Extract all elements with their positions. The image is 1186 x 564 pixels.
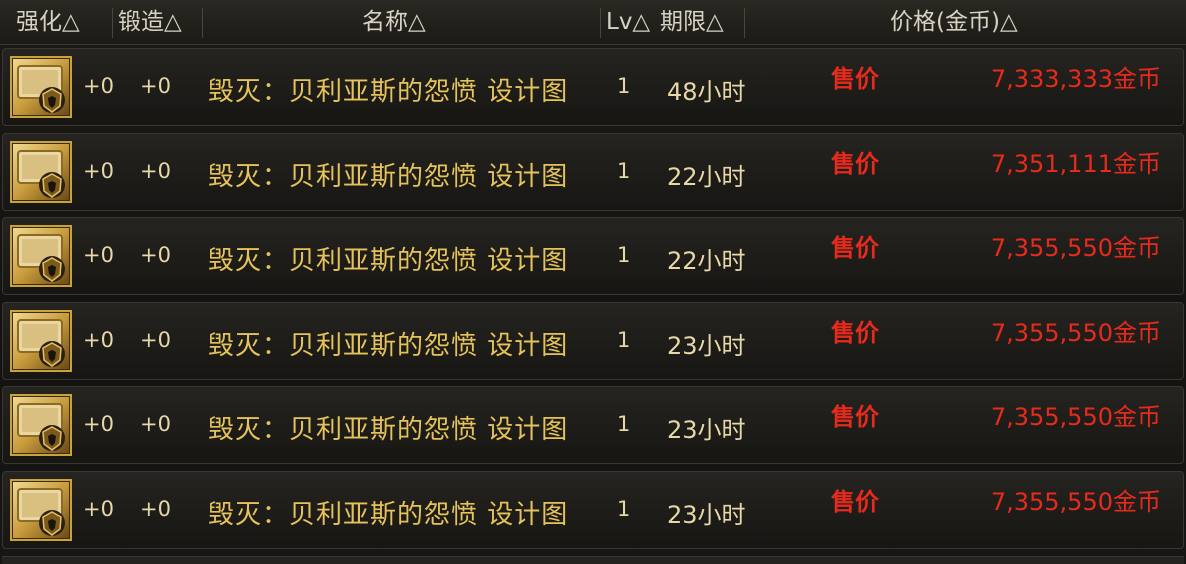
forge-value: +0 xyxy=(140,412,171,436)
item-level: 1 xyxy=(617,243,631,267)
next-row-partial xyxy=(2,556,1184,564)
enhance-value: +0 xyxy=(83,159,114,183)
item-level: 1 xyxy=(617,497,631,521)
price-value: 7,333,333金币 xyxy=(990,65,1161,93)
item-name: 毁灭：贝利亚斯的怨愤 设计图 xyxy=(208,500,569,530)
price-value: 7,355,550金币 xyxy=(990,403,1161,431)
blueprint-item-icon[interactable] xyxy=(10,310,72,372)
item-level: 1 xyxy=(617,159,631,183)
listing-row[interactable]: +0 +0 毁灭：贝利亚斯的怨愤 设计图 1 23小时 售价 7,355,550… xyxy=(2,471,1184,549)
item-level: 1 xyxy=(617,74,631,98)
forge-value: +0 xyxy=(140,159,171,183)
header-divider xyxy=(744,8,745,38)
item-name: 毁灭：贝利亚斯的怨愤 设计图 xyxy=(208,77,569,107)
enhance-value: +0 xyxy=(83,328,114,352)
sort-forge-header[interactable]: 锻造△ xyxy=(118,0,182,44)
listing-period: 22小时 xyxy=(667,163,746,191)
price-value: 7,355,550金币 xyxy=(990,234,1161,262)
item-level: 1 xyxy=(617,412,631,436)
listing-row[interactable]: +0 +0 毁灭：贝利亚斯的怨愤 设计图 1 48小时 售价 7,333,333… xyxy=(2,48,1184,126)
header-divider xyxy=(112,8,113,38)
sort-period-header[interactable]: 期限△ xyxy=(660,0,724,44)
sort-price-header[interactable]: 价格(金币)△ xyxy=(890,0,1018,44)
price-value: 7,355,550金币 xyxy=(990,319,1161,347)
enhance-value: +0 xyxy=(83,243,114,267)
sale-price-label: 售价 xyxy=(831,319,879,347)
column-header-bar: 强化△ 锻造△ 名称△ Lv△ 期限△ 价格(金币)△ xyxy=(0,0,1186,45)
price-value: 7,355,550金币 xyxy=(990,488,1161,516)
sale-price-label: 售价 xyxy=(831,488,879,516)
sale-price-label: 售价 xyxy=(831,403,879,431)
item-name: 毁灭：贝利亚斯的怨愤 设计图 xyxy=(208,162,569,192)
forge-value: +0 xyxy=(140,243,171,267)
sort-enhance-header[interactable]: 强化△ xyxy=(16,0,80,44)
enhance-value: +0 xyxy=(83,74,114,98)
sort-name-header[interactable]: 名称△ xyxy=(362,0,426,44)
forge-value: +0 xyxy=(140,328,171,352)
blueprint-item-icon[interactable] xyxy=(10,225,72,287)
enhance-value: +0 xyxy=(83,412,114,436)
listing-period: 22小时 xyxy=(667,247,746,275)
listing-period: 23小时 xyxy=(667,501,746,529)
sale-price-label: 售价 xyxy=(831,234,879,262)
price-value: 7,351,111金币 xyxy=(990,150,1161,178)
blueprint-item-icon[interactable] xyxy=(10,394,72,456)
auction-list-panel: 强化△ 锻造△ 名称△ Lv△ 期限△ 价格(金币)△ +0 +0 毁灭：贝利亚… xyxy=(0,0,1186,564)
listing-period: 23小时 xyxy=(667,332,746,360)
header-divider xyxy=(600,8,601,38)
sale-price-label: 售价 xyxy=(831,150,879,178)
listing-row[interactable]: +0 +0 毁灭：贝利亚斯的怨愤 设计图 1 22小时 售价 7,355,550… xyxy=(2,217,1184,295)
listing-row[interactable]: +0 +0 毁灭：贝利亚斯的怨愤 设计图 1 23小时 售价 7,355,550… xyxy=(2,302,1184,380)
header-divider xyxy=(202,8,203,38)
blueprint-item-icon[interactable] xyxy=(10,141,72,203)
listing-period: 23小时 xyxy=(667,416,746,444)
item-name: 毁灭：贝利亚斯的怨愤 设计图 xyxy=(208,415,569,445)
listing-period: 48小时 xyxy=(667,78,746,106)
forge-value: +0 xyxy=(140,497,171,521)
item-name: 毁灭：贝利亚斯的怨愤 设计图 xyxy=(208,246,569,276)
sort-lv-header[interactable]: Lv△ xyxy=(606,0,650,44)
enhance-value: +0 xyxy=(83,497,114,521)
listing-row[interactable]: +0 +0 毁灭：贝利亚斯的怨愤 设计图 1 22小时 售价 7,351,111… xyxy=(2,133,1184,211)
blueprint-item-icon[interactable] xyxy=(10,479,72,541)
item-name: 毁灭：贝利亚斯的怨愤 设计图 xyxy=(208,331,569,361)
listing-row[interactable]: +0 +0 毁灭：贝利亚斯的怨愤 设计图 1 23小时 售价 7,355,550… xyxy=(2,386,1184,464)
item-level: 1 xyxy=(617,328,631,352)
forge-value: +0 xyxy=(140,74,171,98)
blueprint-item-icon[interactable] xyxy=(10,56,72,118)
sale-price-label: 售价 xyxy=(831,65,879,93)
